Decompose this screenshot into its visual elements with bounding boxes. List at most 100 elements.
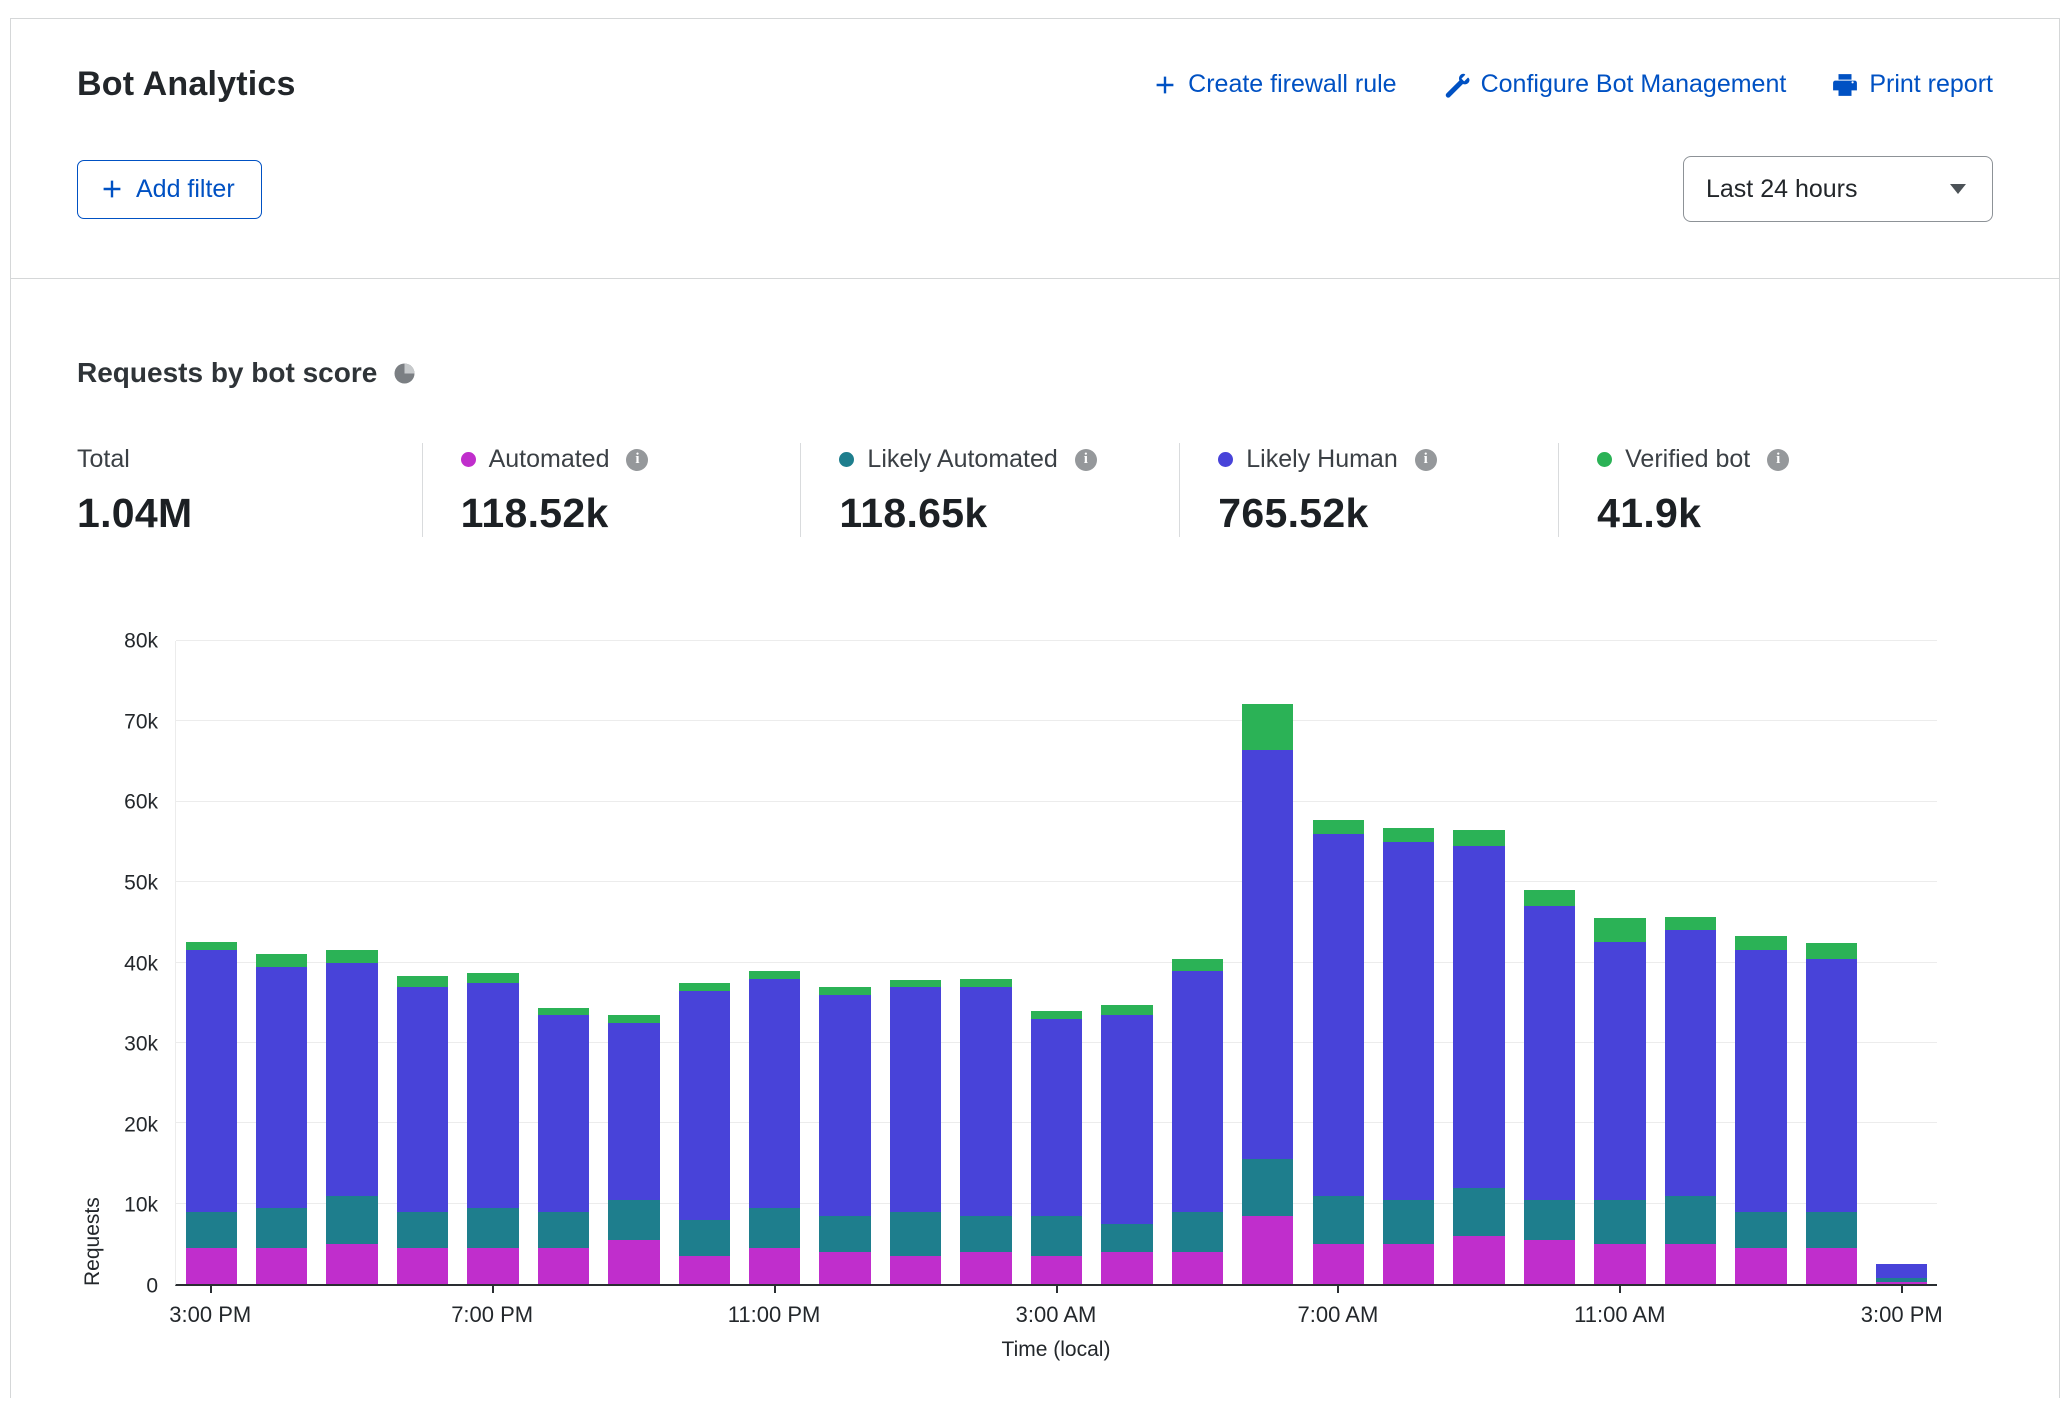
bar-segment-likely-human[interactable] <box>1665 930 1716 1195</box>
bar-segment-verified-bot[interactable] <box>256 954 307 966</box>
bar-segment-likely-human[interactable] <box>960 987 1011 1216</box>
stacked-bar-14[interactable] <box>1172 641 1223 1284</box>
bar-segment-likely-human[interactable] <box>186 950 237 1211</box>
print-report-link[interactable]: Print report <box>1832 70 1993 99</box>
bar-segment-likely-human[interactable] <box>1524 906 1575 1199</box>
bar-segment-likely-automated[interactable] <box>1735 1212 1786 1248</box>
bar-segment-likely-automated[interactable] <box>1383 1200 1434 1244</box>
bar-segment-verified-bot[interactable] <box>1313 820 1364 834</box>
stacked-bar-8[interactable] <box>749 641 800 1284</box>
bar-segment-likely-human[interactable] <box>1031 1019 1082 1216</box>
stacked-bar-1[interactable] <box>256 641 307 1284</box>
bar-segment-verified-bot[interactable] <box>186 942 237 950</box>
info-icon[interactable]: i <box>1415 449 1437 471</box>
bar-segment-verified-bot[interactable] <box>1242 704 1293 750</box>
bar-segment-automated[interactable] <box>1806 1248 1857 1284</box>
bar-segment-likely-automated[interactable] <box>397 1212 448 1248</box>
bar-segment-likely-human[interactable] <box>1172 971 1223 1212</box>
bar-segment-automated[interactable] <box>1876 1282 1927 1284</box>
bar-segment-verified-bot[interactable] <box>1594 918 1645 942</box>
stacked-bar-18[interactable] <box>1453 641 1504 1284</box>
bar-segment-automated[interactable] <box>679 1256 730 1284</box>
stacked-bar-20[interactable] <box>1594 641 1645 1284</box>
bar-segment-verified-bot[interactable] <box>1453 830 1504 846</box>
bar-segment-automated[interactable] <box>1172 1252 1223 1284</box>
stacked-bar-13[interactable] <box>1101 641 1152 1284</box>
time-range-select[interactable]: Last 24 hours <box>1683 156 1993 222</box>
bar-segment-likely-automated[interactable] <box>960 1216 1011 1252</box>
bar-segment-likely-human[interactable] <box>819 995 870 1216</box>
bar-segment-likely-human[interactable] <box>467 983 518 1208</box>
bar-segment-likely-human[interactable] <box>1876 1264 1927 1278</box>
stat-legend-item-2[interactable]: Likely Human i 765.52k <box>1179 443 1558 537</box>
bar-segment-verified-bot[interactable] <box>1665 917 1716 931</box>
bar-segment-automated[interactable] <box>960 1252 1011 1284</box>
info-icon[interactable]: i <box>1767 449 1789 471</box>
bar-segment-likely-automated[interactable] <box>1524 1200 1575 1240</box>
bar-segment-automated[interactable] <box>608 1240 659 1284</box>
bar-segment-likely-automated[interactable] <box>749 1208 800 1248</box>
bar-segment-automated[interactable] <box>1031 1256 1082 1284</box>
stacked-bar-7[interactable] <box>679 641 730 1284</box>
stacked-bar-10[interactable] <box>890 641 941 1284</box>
bar-segment-likely-automated[interactable] <box>1665 1196 1716 1244</box>
bar-segment-likely-automated[interactable] <box>1806 1212 1857 1248</box>
bar-segment-likely-human[interactable] <box>1735 950 1786 1211</box>
bar-segment-automated[interactable] <box>890 1256 941 1284</box>
bar-segment-verified-bot[interactable] <box>819 987 870 995</box>
stacked-bar-0[interactable] <box>186 641 237 1284</box>
bar-segment-likely-automated[interactable] <box>256 1208 307 1248</box>
bar-segment-likely-human[interactable] <box>256 967 307 1208</box>
stacked-bar-15[interactable] <box>1242 641 1293 1284</box>
bar-segment-automated[interactable] <box>467 1248 518 1284</box>
bar-segment-likely-human[interactable] <box>326 963 377 1196</box>
bar-segment-automated[interactable] <box>397 1248 448 1284</box>
stacked-bar-2[interactable] <box>326 641 377 1284</box>
bar-segment-verified-bot[interactable] <box>1383 828 1434 842</box>
stat-legend-item-0[interactable]: Automated i 118.52k <box>422 443 801 537</box>
stacked-bar-11[interactable] <box>960 641 1011 1284</box>
bar-segment-likely-automated[interactable] <box>1172 1212 1223 1252</box>
bar-segment-likely-human[interactable] <box>749 979 800 1208</box>
bar-segment-verified-bot[interactable] <box>1101 1005 1152 1015</box>
bar-segment-verified-bot[interactable] <box>749 971 800 979</box>
bar-segment-likely-human[interactable] <box>538 1015 589 1212</box>
bar-segment-verified-bot[interactable] <box>1524 890 1575 906</box>
bar-segment-automated[interactable] <box>1313 1244 1364 1284</box>
stacked-bar-21[interactable] <box>1665 641 1716 1284</box>
stacked-bar-5[interactable] <box>538 641 589 1284</box>
bar-segment-likely-automated[interactable] <box>1242 1159 1293 1215</box>
bar-segment-automated[interactable] <box>256 1248 307 1284</box>
bar-segment-likely-automated[interactable] <box>326 1196 377 1244</box>
bar-segment-automated[interactable] <box>326 1244 377 1284</box>
create-firewall-rule-link[interactable]: Create firewall rule <box>1153 70 1396 99</box>
bar-segment-automated[interactable] <box>186 1248 237 1284</box>
bar-segment-likely-human[interactable] <box>1594 942 1645 1199</box>
bar-segment-automated[interactable] <box>1735 1248 1786 1284</box>
bar-segment-verified-bot[interactable] <box>397 976 448 986</box>
bar-segment-likely-automated[interactable] <box>890 1212 941 1256</box>
bar-segment-automated[interactable] <box>749 1248 800 1284</box>
bar-segment-likely-human[interactable] <box>1383 842 1434 1200</box>
bar-segment-automated[interactable] <box>1524 1240 1575 1284</box>
bar-segment-likely-automated[interactable] <box>1453 1188 1504 1236</box>
bar-segment-automated[interactable] <box>1383 1244 1434 1284</box>
bar-segment-verified-bot[interactable] <box>1735 936 1786 950</box>
bar-segment-likely-human[interactable] <box>1313 834 1364 1196</box>
bar-segment-likely-automated[interactable] <box>1101 1224 1152 1252</box>
bar-segment-automated[interactable] <box>1242 1216 1293 1284</box>
bar-segment-verified-bot[interactable] <box>1031 1011 1082 1019</box>
stacked-bar-23[interactable] <box>1806 641 1857 1284</box>
stat-legend-item-1[interactable]: Likely Automated i 118.65k <box>800 443 1179 537</box>
bar-segment-likely-automated[interactable] <box>819 1216 870 1252</box>
bar-segment-likely-human[interactable] <box>397 987 448 1212</box>
info-icon[interactable]: i <box>1075 449 1097 471</box>
bar-segment-likely-human[interactable] <box>1242 750 1293 1160</box>
bar-segment-likely-automated[interactable] <box>1031 1216 1082 1256</box>
bar-segment-likely-human[interactable] <box>679 991 730 1220</box>
configure-bot-management-link[interactable]: Configure Bot Management <box>1443 70 1787 99</box>
bar-segment-verified-bot[interactable] <box>326 950 377 962</box>
bar-segment-likely-human[interactable] <box>1806 959 1857 1212</box>
bar-segment-automated[interactable] <box>1453 1236 1504 1284</box>
bar-segment-likely-automated[interactable] <box>608 1200 659 1240</box>
